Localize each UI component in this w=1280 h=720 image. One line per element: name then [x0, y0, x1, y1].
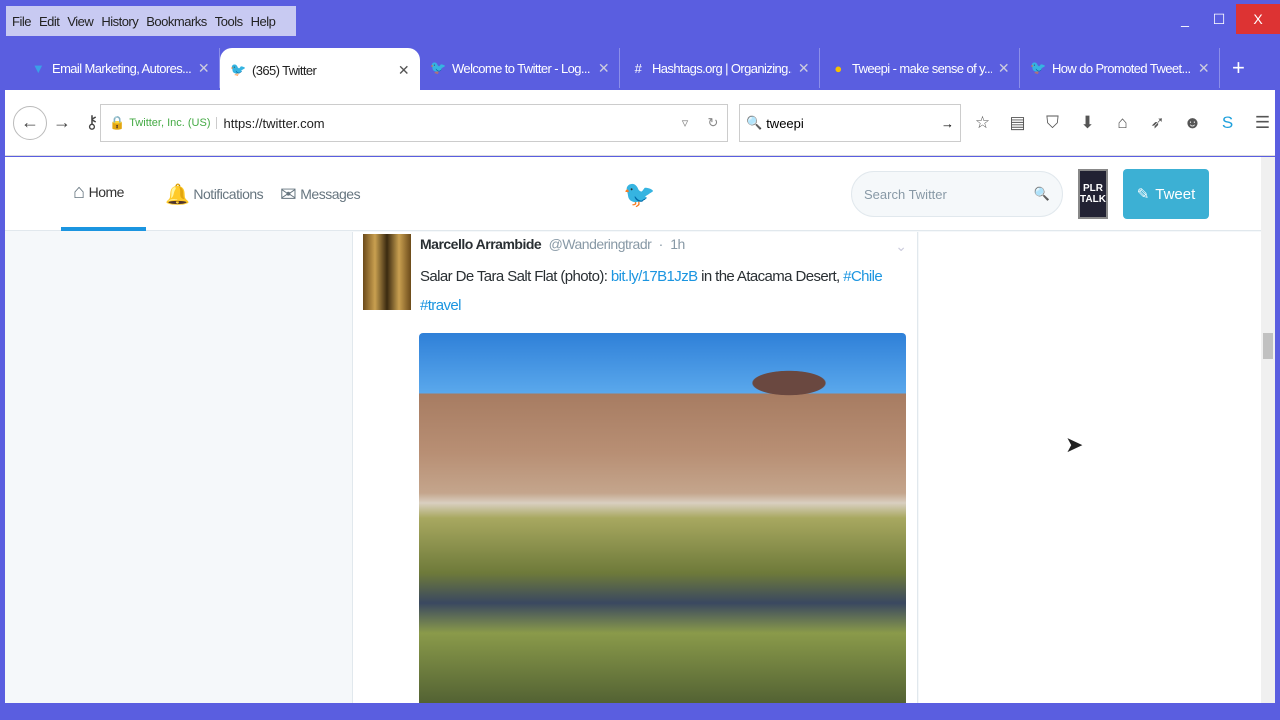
menu-hamburger-icon[interactable]: ☰	[1247, 108, 1278, 138]
forward-button[interactable]: →	[47, 108, 77, 138]
hashtag-icon: #	[634, 60, 642, 76]
twitter-header: ⌂ Home 🔔 Notifications ✉ Messages 🐦 Search …	[5, 157, 1261, 231]
menu-help[interactable]: Help	[251, 14, 276, 29]
mouse-cursor-icon: ➤	[1065, 432, 1084, 457]
tab-twitter[interactable]: 🐦 (365) Twitter ✕	[220, 48, 420, 92]
nav-messages[interactable]: ✉ Messages	[280, 157, 361, 231]
twitter-icon: 🐦	[230, 62, 246, 77]
menu-view[interactable]: View	[67, 14, 93, 29]
nav-notifications[interactable]: 🔔 Notifications	[165, 157, 264, 231]
lock-icon: 🔒	[109, 115, 126, 130]
minimize-button[interactable]: _	[1168, 4, 1202, 34]
author-handle[interactable]: @Wanderingtradr	[549, 236, 652, 252]
reload-icon[interactable]: ↻	[699, 115, 727, 131]
search-input[interactable]: tweepi	[766, 116, 941, 131]
tab-hashtags[interactable]: # Hashtags.org | Organizing... ✕	[620, 48, 820, 88]
new-tab-button[interactable]: +	[1232, 55, 1245, 81]
url-bar[interactable]: 🔒 Twitter, Inc. (US) https://twitter.com…	[100, 104, 728, 142]
back-button[interactable]: ←	[13, 105, 47, 140]
menu-file[interactable]: File	[12, 14, 31, 29]
close-tab-icon[interactable]: ✕	[198, 60, 210, 77]
author-name[interactable]: Marcello Arrambide	[420, 236, 542, 252]
tweet-author: Marcello Arrambide @Wanderingtradr · 1h	[420, 236, 685, 252]
scrollbar-thumb[interactable]	[1263, 333, 1273, 359]
pocket-icon[interactable]: ⛉	[1037, 108, 1068, 138]
search-icon: 🔍	[746, 115, 763, 130]
tweet-link[interactable]: bit.ly/17B1JzB	[611, 268, 698, 285]
right-column	[919, 232, 1261, 703]
skype-icon[interactable]: S	[1212, 108, 1243, 138]
menu-edit[interactable]: Edit	[39, 14, 60, 29]
menu-bar: File Edit View History Bookmarks Tools H…	[6, 6, 296, 36]
toolbar: ☆ ▤ ⛉ ⬇ ⌂ ➶ ☻ S ☰	[967, 108, 1278, 138]
tab-strip: ▼ Email Marketing, Autores... ✕ 🐦 (365) Twi…	[20, 46, 1280, 92]
nav-home[interactable]: ⌂ Home	[61, 157, 146, 231]
tweet-text: Salar De Tara Salt Flat (photo): bit.ly/…	[420, 268, 883, 314]
profile-avatar[interactable]: PLR TALK	[1078, 169, 1108, 219]
dropdown-icon[interactable]: ▿	[671, 115, 699, 131]
tweet-stream: Marcello Arrambide @Wanderingtradr · 1h …	[352, 232, 918, 703]
twitter-search-input[interactable]: Search Twitter	[864, 187, 1034, 202]
bookmark-star-icon[interactable]: ☆	[967, 108, 998, 138]
envelope-icon: ✉	[280, 183, 297, 206]
go-arrow-icon[interactable]: →	[941, 116, 954, 131]
browser-search-box[interactable]: 🔍 tweepi →	[739, 104, 961, 142]
menu-tools[interactable]: Tools	[215, 14, 243, 29]
tweet-button[interactable]: ✎ Tweet	[1123, 169, 1209, 219]
send-icon[interactable]: ➶	[1142, 108, 1173, 138]
close-tab-icon[interactable]: ✕	[998, 60, 1010, 77]
twitter-search[interactable]: Search Twitter 🔍	[851, 171, 1063, 217]
menu-history[interactable]: History	[101, 14, 138, 29]
maximize-button[interactable]: ☐	[1202, 4, 1236, 34]
tweet-author-avatar[interactable]	[363, 234, 411, 310]
navigation-bar: ← → ⚷ 🔒 Twitter, Inc. (US) https://twitt…	[5, 90, 1275, 156]
bell-icon: 🔔	[165, 183, 190, 206]
close-tab-icon[interactable]: ✕	[598, 60, 610, 77]
twitter-bird-icon[interactable]: 🐦	[623, 179, 655, 210]
twitter-page: ⌂ Home 🔔 Notifications ✉ Messages 🐦 Search …	[5, 157, 1275, 703]
reading-list-icon[interactable]: ▤	[1002, 108, 1033, 138]
home-icon[interactable]: ⌂	[1107, 108, 1138, 138]
hashtag-travel[interactable]: #travel	[420, 297, 461, 314]
close-tab-icon[interactable]: ✕	[398, 62, 410, 79]
tab-promoted-tweets[interactable]: 🐦 How do Promoted Tweet... ✕	[1020, 48, 1220, 88]
tweet-time[interactable]: 1h	[670, 236, 685, 252]
compose-icon: ✎	[1136, 186, 1150, 203]
url-text[interactable]: https://twitter.com	[223, 116, 671, 131]
close-tab-icon[interactable]: ✕	[1198, 60, 1210, 77]
scrollbar[interactable]	[1261, 157, 1275, 703]
twitter-icon: 🐦	[1030, 60, 1046, 75]
tweet-photo[interactable]	[419, 333, 906, 703]
tweet-options-icon[interactable]: ⌄	[895, 238, 907, 255]
site-identity[interactable]: Twitter, Inc. (US)	[129, 117, 218, 129]
hashtag-chile[interactable]: #Chile	[843, 268, 883, 285]
close-tab-icon[interactable]: ✕	[798, 60, 810, 77]
download-icon[interactable]: ⬇	[1072, 108, 1103, 138]
chat-icon[interactable]: ☻	[1177, 108, 1208, 138]
tab-email-marketing[interactable]: ▼ Email Marketing, Autores... ✕	[20, 48, 220, 88]
tweepi-icon: ●	[834, 60, 842, 76]
window-controls: _ ☐ X	[1168, 4, 1280, 34]
aweber-icon: ▼	[31, 60, 45, 76]
search-icon[interactable]: 🔍	[1034, 186, 1050, 202]
tab-welcome-twitter[interactable]: 🐦 Welcome to Twitter - Log... ✕	[420, 48, 620, 88]
tab-tweepi[interactable]: ● Tweepi - make sense of y... ✕	[820, 48, 1020, 88]
home-icon: ⌂	[73, 180, 85, 203]
menu-bookmarks[interactable]: Bookmarks	[146, 14, 207, 29]
close-window-button[interactable]: X	[1236, 4, 1280, 34]
twitter-icon: 🐦	[430, 60, 446, 75]
